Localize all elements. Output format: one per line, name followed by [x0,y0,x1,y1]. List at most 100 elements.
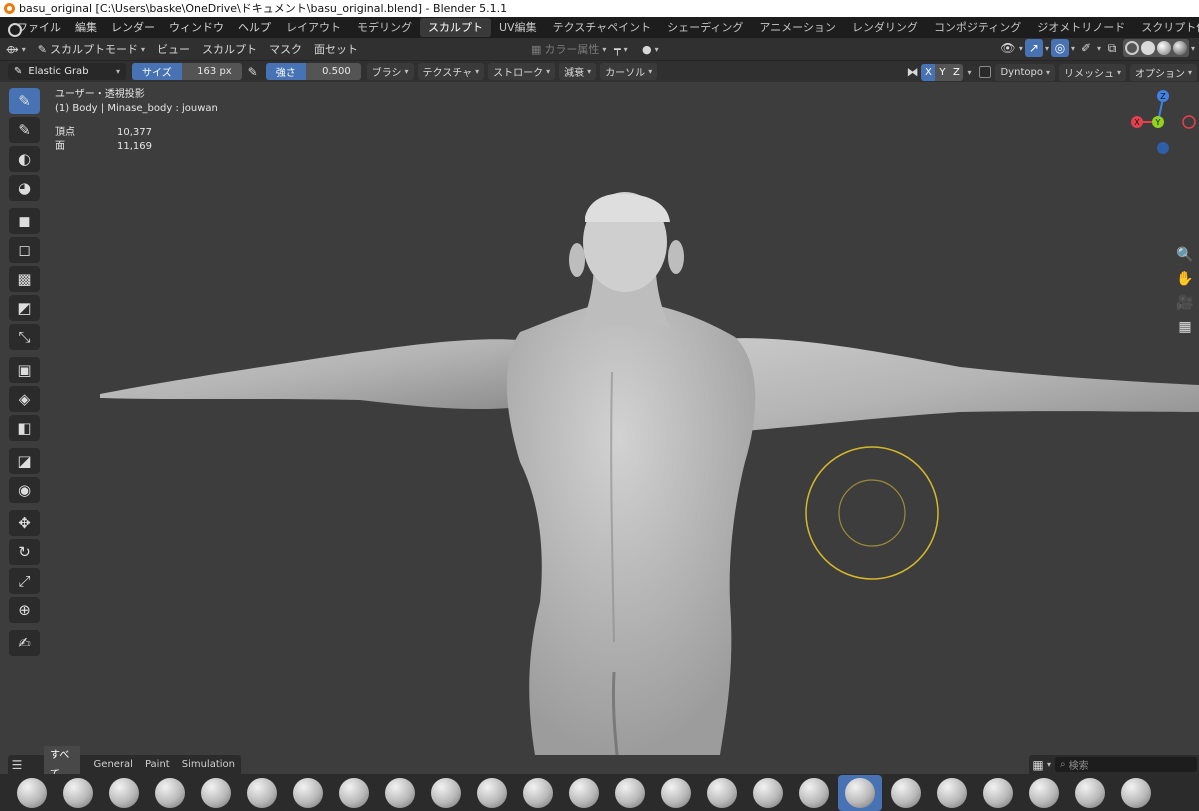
color-attribute-menu[interactable]: ▦ カラー属性 ▾ [525,39,612,59]
brush-thumbnail[interactable] [792,774,836,811]
brush-thumbnail[interactable] [1114,774,1158,811]
rendered-shading-icon[interactable] [1172,41,1187,55]
rotate-tool[interactable]: ↻ [9,539,40,565]
mesh-filter-tool[interactable]: ▣ [9,357,40,383]
mirror-z-toggle[interactable]: Z [949,63,964,81]
sculpt-body-model[interactable] [0,82,1199,755]
ortho-grid-icon[interactable]: ▦ [1174,316,1196,338]
scale-tool[interactable]: ⤢ [9,568,40,594]
gizmo-neg-x-axis[interactable] [1182,115,1196,129]
visibility-icon[interactable]: 👁 [999,39,1017,57]
brush-thumbnail[interactable] [1068,774,1112,811]
brush-thumbnail[interactable] [332,774,376,811]
mirror-x-toggle[interactable]: X [921,63,936,81]
brush-thumbnail[interactable] [654,774,698,811]
camera-view-icon[interactable]: 🎥 [1174,292,1196,314]
tab-geometry-nodes[interactable]: ジオメトリノード [1029,18,1133,37]
asset-search-input[interactable]: ⌕ 検索 [1055,757,1197,772]
tab-modeling[interactable]: モデリング [349,18,420,37]
brush-thumbnail[interactable] [424,774,468,811]
tab-sculpting[interactable]: スカルプト [420,18,491,37]
gizmo-toggle-icon[interactable]: ↗ [1024,39,1043,57]
brush-thumbnail[interactable] [700,774,744,811]
brush-thumbnail[interactable] [746,774,790,811]
options-menu[interactable]: オプション ▾ [1129,63,1197,81]
brush-thumbnail[interactable] [240,774,284,811]
brush-thumbnail[interactable] [286,774,330,811]
tab-general[interactable]: General [88,755,139,774]
mesh-edit-overlay-icon[interactable]: ✐ [1077,39,1095,57]
move-tool[interactable]: ✥ [9,510,40,536]
pressure-size-icon[interactable]: ✎ [244,63,262,81]
pan-hand-icon[interactable]: ✋ [1174,268,1196,290]
brush-strength-slider[interactable]: 強さ 0.500 [265,63,361,80]
menu-help[interactable]: ヘルプ [231,17,278,38]
tab-simulation[interactable]: Simulation [176,755,241,774]
annotate-tool[interactable]: ✍ [9,630,40,656]
box-trim-tool[interactable]: ◩ [9,295,40,321]
brush-thumbnail[interactable] [608,774,652,811]
brush-thumbnail[interactable] [516,774,560,811]
menu-view[interactable]: ビュー [151,39,196,59]
dyntopo-menu[interactable]: Dyntopo ▾ [995,63,1055,81]
proportional-menu[interactable]: ● ▾ [636,39,665,59]
tab-animation[interactable]: アニメーション [751,18,844,37]
box-mask-tool[interactable]: ◼ [9,208,40,234]
tab-scripting[interactable]: スクリプト作成 [1133,18,1199,37]
menu-cursor[interactable]: カーソル ▾ [600,63,658,80]
paint-brush-tool[interactable]: ◕ [9,175,40,201]
chevron-down-icon[interactable]: ▾ [967,68,971,77]
pinch-brush-tool[interactable]: ◐ [9,146,40,172]
brush-thumbnail[interactable] [378,774,422,811]
menu-edit[interactable]: 編集 [68,17,104,38]
menu-sculpt[interactable]: スカルプト [196,39,263,59]
tab-layout[interactable]: レイアウト [278,18,349,37]
mask-by-color-tool[interactable]: ◉ [9,477,40,503]
draw-brush-tool[interactable]: ✎ [9,88,40,114]
tab-rendering[interactable]: レンダリング [844,18,926,37]
box-hide-tool[interactable]: ◻ [9,237,40,263]
box-face-set-tool[interactable]: ▩ [9,266,40,292]
chevron-down-icon[interactable]: ▾ [1047,760,1051,769]
remesh-menu[interactable]: リメッシュ ▾ [1058,63,1126,81]
pivot-menu[interactable]: ┯ ▾ [608,39,634,59]
zoom-icon[interactable]: 🔍 [1174,244,1196,266]
tab-uv-editing[interactable]: UV編集 [491,18,545,37]
brush-thumbnail[interactable] [930,774,974,811]
menu-face-sets[interactable]: 面セット [308,39,364,59]
brush-thumbnail[interactable] [976,774,1020,811]
mode-select[interactable]: ✎ スカルプトモード ▾ [32,39,151,59]
dyntopo-checkbox[interactable] [979,66,992,78]
brush-thumbnail[interactable] [1022,774,1066,811]
tab-paint[interactable]: Paint [139,755,176,774]
mirror-y-toggle[interactable]: Y [935,63,950,81]
wireframe-shading-icon[interactable] [1124,41,1139,55]
brush-select[interactable]: ✎ Elastic Grab ▾ [8,63,126,80]
smooth-brush-tool[interactable]: ✎ [9,117,40,143]
brush-thumbnail[interactable] [102,774,146,811]
overlay-toggle-icon[interactable]: ◎ [1050,39,1069,57]
brush-thumbnail[interactable] [194,774,238,811]
display-grid-icon[interactable]: ▦ [1029,756,1047,774]
transform-tool[interactable]: ⊕ [9,597,40,623]
menu-mask[interactable]: マスク [263,39,308,59]
brush-size-slider[interactable]: サイズ 163 px [132,63,242,80]
brush-thumbnail[interactable] [562,774,606,811]
tab-shading[interactable]: シェーディング [659,18,751,37]
menu-texture[interactable]: テクスチャ ▾ [417,63,485,80]
brush-thumbnail[interactable] [884,774,928,811]
solid-shading-icon[interactable] [1140,41,1155,55]
menu-brush[interactable]: ブラシ ▾ [366,63,414,80]
color-filter-tool[interactable]: ◧ [9,415,40,441]
navigation-gizmo[interactable]: Z X Y [1125,88,1199,158]
editor-type-button[interactable]: ⟴ ▾ [0,39,32,59]
chevron-down-icon[interactable]: ▾ [1191,44,1195,53]
xray-toggle-icon[interactable]: ⧉ [1103,39,1121,57]
3d-viewport[interactable]: ユーザー・透視投影 (1) Body | Minase_body : jouwa… [0,82,1199,755]
brush-thumbnail[interactable] [56,774,100,811]
brush-thumbnail[interactable] [148,774,192,811]
menu-falloff[interactable]: 減衰 ▾ [559,63,597,80]
brush-thumbnail[interactable] [470,774,514,811]
gizmo-neg-z-axis[interactable] [1157,142,1169,154]
edit-face-set-tool[interactable]: ◪ [9,448,40,474]
